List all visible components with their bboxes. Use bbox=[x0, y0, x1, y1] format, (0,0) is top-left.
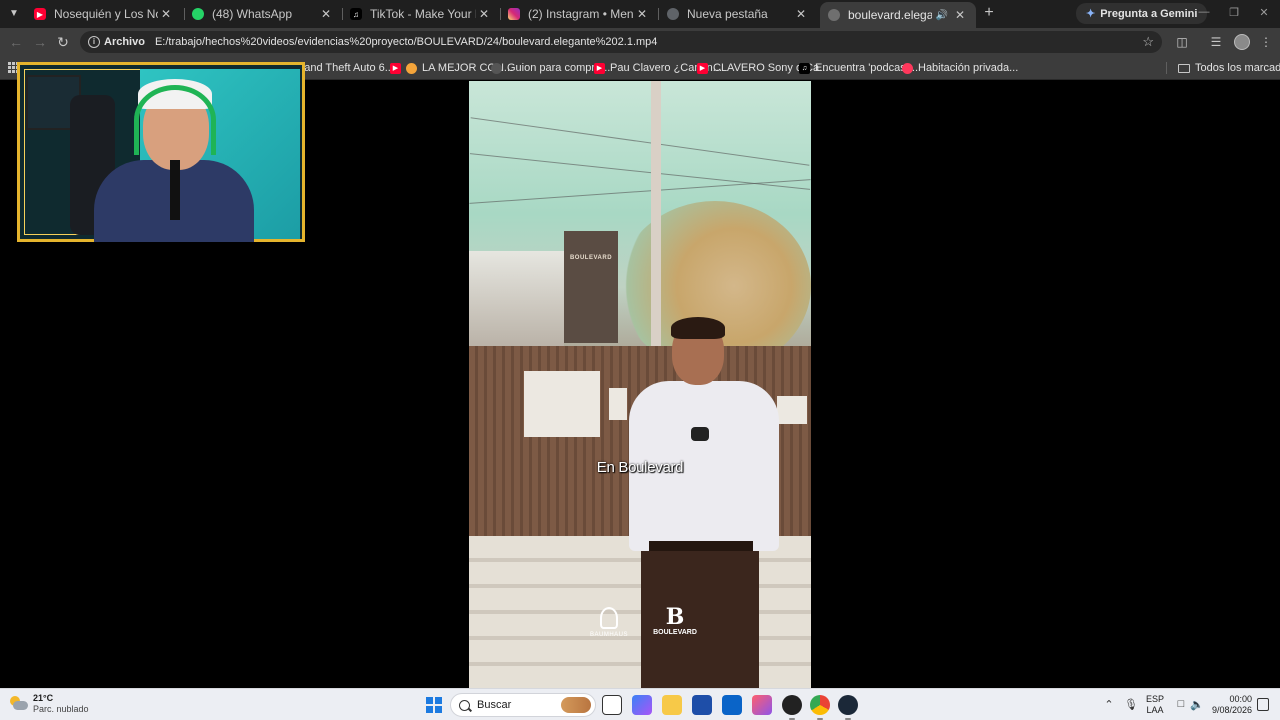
photos-icon[interactable] bbox=[752, 695, 772, 715]
clock[interactable]: 00:00 9/08/2026 bbox=[1208, 694, 1252, 716]
whatsapp-icon bbox=[192, 8, 204, 20]
minimize-icon[interactable]: — bbox=[1196, 6, 1212, 18]
windows-start-icon[interactable] bbox=[426, 697, 442, 713]
notice-sheet bbox=[609, 388, 627, 420]
tab-new-tab-page[interactable]: Nueva pestaña ✕ bbox=[659, 2, 817, 26]
address-bar[interactable]: i Archivo E:/trabajo/hechos%20videos/evi… bbox=[80, 31, 1162, 53]
youtube-icon: ▶ bbox=[594, 62, 605, 74]
language-indicator[interactable]: ESP LAA bbox=[1146, 694, 1164, 716]
new-tab-button[interactable]: + bbox=[980, 4, 998, 22]
bookmark-item[interactable]: Habitación privada... bbox=[902, 60, 1018, 76]
video-player[interactable]: BOULEVARD En Boulevard BAUMHAUS B BOULEV… bbox=[469, 81, 811, 688]
building-image bbox=[469, 251, 564, 351]
tab-strip: ▼ ▶ Nosequién y Los Nosecuantos ✕ (48) W… bbox=[0, 0, 1280, 28]
search-highlight-image bbox=[561, 697, 591, 713]
close-tab-icon[interactable]: ✕ bbox=[158, 7, 174, 21]
close-tab-icon[interactable]: ✕ bbox=[634, 7, 650, 21]
file-chip: Archivo bbox=[104, 36, 145, 48]
chrome-icon[interactable] bbox=[810, 695, 830, 720]
forward-arrow-icon[interactable]: → bbox=[30, 32, 50, 52]
instagram-icon bbox=[508, 8, 520, 20]
copilot-icon[interactable] bbox=[632, 695, 652, 715]
all-bookmarks-button[interactable]: Todos los marcadores bbox=[1178, 60, 1280, 76]
youtube-icon: ▶ bbox=[390, 62, 401, 74]
tab-tiktok[interactable]: ♫ TikTok - Make Your Day ✕ bbox=[342, 2, 500, 26]
steam-icon[interactable] bbox=[838, 695, 858, 720]
file-explorer-icon[interactable] bbox=[662, 695, 682, 715]
close-tab-icon[interactable]: ✕ bbox=[318, 7, 334, 21]
browser-toolbar: ← → ↻ i Archivo E:/trabajo/hechos%20vide… bbox=[0, 28, 1280, 56]
volume-icon[interactable]: 🔈 bbox=[1190, 698, 1204, 711]
video-subtitle: En Boulevard bbox=[596, 459, 684, 476]
task-view-icon[interactable] bbox=[602, 695, 622, 715]
tree-logo-icon bbox=[600, 607, 618, 629]
tab-search-button[interactable]: ▼ bbox=[4, 4, 24, 24]
show-hidden-icons-icon[interactable]: ⌃ bbox=[1102, 698, 1116, 711]
microphone-icon[interactable]: 🎙 bbox=[1124, 698, 1138, 711]
youtube-icon: ▶ bbox=[697, 62, 708, 74]
lavalier-mic bbox=[691, 427, 709, 441]
bookmark-item[interactable]: Grand Theft Auto 6... bbox=[292, 60, 394, 76]
airbnb-icon bbox=[902, 62, 913, 74]
media-controls-icon[interactable]: ☰ bbox=[1208, 34, 1224, 50]
baumhaus-logo: BAUMHAUS bbox=[587, 607, 631, 638]
outlook-icon[interactable] bbox=[722, 695, 742, 715]
webcam-overlay bbox=[17, 62, 305, 242]
more-menu-icon[interactable]: ⋮ bbox=[1258, 34, 1274, 50]
notification-icon[interactable] bbox=[1257, 698, 1269, 711]
reload-icon[interactable]: ↻ bbox=[53, 32, 73, 52]
file-icon bbox=[828, 9, 840, 21]
headset-image bbox=[134, 85, 216, 155]
profile-avatar[interactable] bbox=[1234, 34, 1250, 50]
project-sign: BOULEVARD bbox=[564, 231, 618, 343]
windows-taskbar: 21°C Parc. nublado Buscar ⌃ 🎙 ESP LAA □ … bbox=[0, 688, 1280, 720]
chrome-icon bbox=[667, 8, 679, 20]
speaker-icon[interactable]: 🔊 bbox=[936, 10, 948, 21]
extensions-icon[interactable]: ◫ bbox=[1174, 34, 1190, 50]
openai-icon bbox=[491, 62, 502, 74]
microsoft-store-icon[interactable] bbox=[692, 695, 712, 715]
close-tab-icon[interactable]: ✕ bbox=[793, 7, 809, 21]
tab-youtube[interactable]: ▶ Nosequién y Los Nosecuantos ✕ bbox=[26, 2, 182, 26]
close-tab-icon[interactable]: ✕ bbox=[952, 8, 968, 22]
bookmarks-divider bbox=[1166, 62, 1167, 74]
back-arrow-icon[interactable]: ← bbox=[6, 32, 26, 52]
obs-icon[interactable] bbox=[782, 695, 802, 720]
folder-icon bbox=[1178, 63, 1190, 73]
network-icon[interactable]: □ bbox=[1174, 698, 1188, 710]
youtube-icon: ▶ bbox=[34, 8, 46, 20]
search-icon bbox=[459, 699, 470, 711]
bookmark-item[interactable]: ♫ Encuentra 'podcast... bbox=[799, 60, 918, 76]
tiktok-icon: ♫ bbox=[799, 62, 810, 74]
microphone-image bbox=[170, 160, 180, 220]
tab-whatsapp[interactable]: (48) WhatsApp ✕ bbox=[184, 2, 342, 26]
notice-sheet bbox=[777, 396, 807, 424]
boulevard-b-icon: B bbox=[665, 604, 685, 630]
tab-instagram[interactable]: (2) Instagram • Mensajes ✕ bbox=[500, 2, 658, 26]
info-icon[interactable]: i bbox=[88, 36, 100, 48]
taskbar-search[interactable]: Buscar bbox=[450, 693, 596, 717]
tab-video-file[interactable]: boulevard.elegante 2.1.mp4 🔊 ✕ bbox=[820, 2, 976, 28]
emoji-icon bbox=[406, 62, 417, 74]
url-text[interactable]: E:/trabajo/hechos%20videos/evidencias%20… bbox=[155, 36, 657, 48]
notice-sheet bbox=[524, 371, 600, 437]
bookmark-item[interactable]: Guion para compra... bbox=[491, 60, 610, 76]
partly-cloudy-icon bbox=[10, 696, 28, 712]
tiktok-icon: ♫ bbox=[350, 8, 362, 20]
bookmark-star-icon[interactable]: ☆ bbox=[1142, 34, 1154, 50]
gemini-button[interactable]: ✦ Pregunta a Gemini bbox=[1076, 3, 1208, 24]
crosswalk-image bbox=[469, 536, 811, 688]
maximize-icon[interactable]: ❐ bbox=[1226, 6, 1242, 19]
close-tab-icon[interactable]: ✕ bbox=[476, 7, 492, 21]
gemini-sparkle-icon: ✦ bbox=[1086, 8, 1096, 20]
weather-widget[interactable]: 21°C Parc. nublado bbox=[10, 693, 89, 715]
boulevard-logo: B BOULEVARD bbox=[651, 605, 699, 636]
close-window-icon[interactable]: ✕ bbox=[1256, 6, 1272, 19]
